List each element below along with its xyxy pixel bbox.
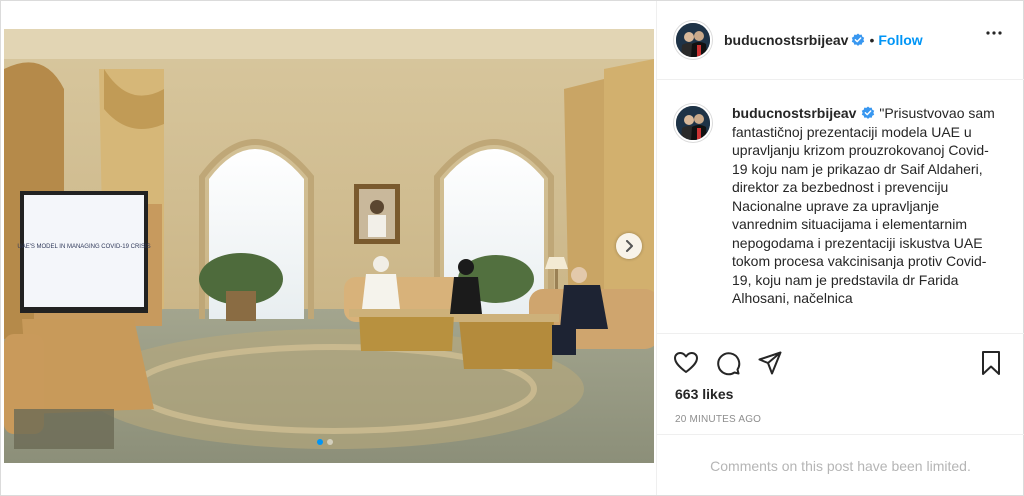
caption-text: "Prisustvovao sam fantastičnoj prezentac… [732, 105, 995, 306]
verified-badge-icon [862, 106, 875, 119]
chevron-right-icon [626, 240, 633, 252]
more-options-icon[interactable] [986, 31, 1002, 35]
post-timestamp[interactable]: 20 MINUTES AGO [675, 414, 761, 425]
carousel-dot [327, 439, 333, 445]
caption-text-block: buducnostsrbijeav "Prisustvovao sam fant… [732, 104, 1004, 308]
carousel-indicator [317, 439, 333, 445]
heart-icon[interactable] [673, 350, 699, 376]
carousel-next-button[interactable] [616, 233, 642, 259]
verified-badge-icon [852, 33, 865, 46]
post-media: UAE'S MODEL IN MANAGING COVID-19 CRISIS [1, 1, 656, 495]
post-photo[interactable]: UAE'S MODEL IN MANAGING COVID-19 CRISIS [4, 29, 654, 463]
comments-limited-notice: Comments on this post have been limited. [657, 434, 1024, 496]
username-link[interactable]: buducnostsrbijeav [724, 32, 848, 48]
bookmark-icon[interactable] [979, 350, 1003, 376]
carousel-dot-active [317, 439, 323, 445]
action-icons [673, 350, 783, 376]
comment-icon[interactable] [715, 350, 741, 376]
caption-username-link[interactable]: buducnostsrbijeav [732, 105, 856, 121]
tv-screen-text: UAE'S MODEL IN MANAGING COVID-19 CRISIS [17, 244, 150, 250]
instagram-post: UAE'S MODEL IN MANAGING COVID-19 CRISIS [0, 0, 1024, 496]
post-header: buducnostsrbijeav • Follow [657, 1, 1024, 80]
comments-section: buducnostsrbijeav "Prisustvovao sam fant… [657, 80, 1024, 333]
meeting-room-illustration: UAE'S MODEL IN MANAGING COVID-19 CRISIS [4, 29, 654, 463]
follow-button[interactable]: Follow [878, 32, 922, 48]
avatar[interactable] [674, 104, 712, 142]
post-sidebar: buducnostsrbijeav • Follow buducnostsrbi… [656, 1, 1024, 495]
share-icon[interactable] [757, 350, 783, 376]
caption: buducnostsrbijeav "Prisustvovao sam fant… [674, 104, 1004, 308]
post-actions: 663 likes 20 MINUTES AGO [657, 333, 1024, 425]
likes-count[interactable]: 663 likes [675, 386, 733, 402]
avatar[interactable] [674, 21, 712, 59]
separator-dot: • [869, 32, 875, 48]
